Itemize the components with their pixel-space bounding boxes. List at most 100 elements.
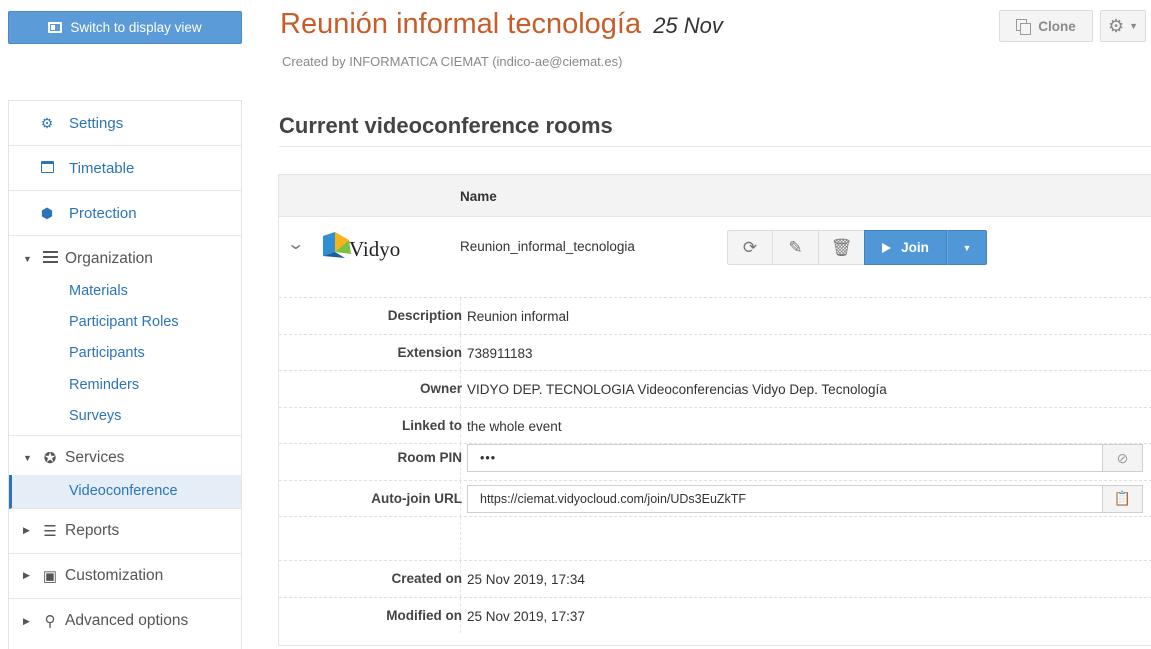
sidebar-group-customization[interactable]: ▶ ▣ Customization (9, 554, 241, 599)
play-icon (882, 242, 892, 253)
detail-value: 25 Nov 2019, 17:34 (467, 572, 585, 587)
refresh-button[interactable]: ⟳ (727, 230, 773, 265)
detail-row-auto-join-url: Auto-join URL https://ciemat.vidyocloud.… (279, 479, 1151, 516)
videoconference-rooms-table: Name ⌄ Vidyo Reunion_informal_tecnologia… (278, 174, 1151, 646)
clone-label: Clone (1038, 18, 1076, 34)
detail-row-modified-on: Modified on 25 Nov 2019, 17:37 (279, 596, 1151, 633)
section-divider (279, 146, 1151, 147)
detail-label: Created on (391, 571, 462, 586)
sidebar-group-label: Services (65, 449, 125, 466)
section-title: Current videoconference rooms (279, 113, 613, 138)
expanded-triangle-icon: ▼ (23, 253, 32, 264)
sidebar-item-surveys[interactable]: Surveys (9, 401, 241, 436)
switch-to-display-view-label: Switch to display view (70, 20, 202, 35)
detail-value: 738911183 (467, 345, 533, 361)
event-settings-menu-button[interactable]: ⚙ ▼ (1100, 10, 1146, 42)
lightbulb-icon: ⚲ (44, 613, 56, 630)
toggle-visibility-button[interactable]: ⊘ (1102, 445, 1142, 471)
gear-icon: ⚙ (1107, 15, 1125, 36)
sidebar-item-settings[interactable]: ⚙ Settings (9, 101, 241, 146)
sidebar-group-advanced-options[interactable]: ▶ ⚲ Advanced options (9, 599, 241, 644)
pencil-icon: ✎ (788, 237, 803, 257)
detail-value: the whole event (467, 418, 562, 434)
sidebar-group-label: Organization (65, 249, 153, 267)
detail-row-extension: Extension 738911183 (279, 333, 1151, 370)
join-button[interactable]: Join (864, 230, 947, 265)
sidebar-group-label: Reports (65, 521, 120, 539)
refresh-icon: ⟳ (742, 237, 758, 257)
detail-row-room-pin: Room PIN ••• ⊘ (279, 443, 1151, 480)
sidebar-item-videoconference[interactable]: Videoconference (9, 474, 241, 509)
detail-row-owner: Owner VIDYO DEP. TECNOLOGIA Videoconfere… (279, 370, 1151, 407)
auto-join-url-field: https://ciemat.vidyocloud.com/join/UDs3E… (467, 484, 1143, 513)
created-by-text: Created by INFORMATICA CIEMAT (indico-ae… (282, 54, 623, 69)
table-row: ⌄ Vidyo Reunion_informal_tecnologia ⟳ ✎ … (279, 217, 1151, 275)
detail-value: 25 Nov 2019, 17:37 (467, 608, 585, 624)
sidebar-item-label: Protection (69, 204, 137, 222)
caret-down-icon: ▼ (962, 242, 972, 253)
detail-value: Reunion informal (467, 309, 570, 324)
auto-join-url-input[interactable]: https://ciemat.vidyocloud.com/join/UDs3E… (468, 492, 1102, 506)
provider-name: Vidyo (349, 237, 401, 261)
broadcast-icon: ✪ (43, 450, 57, 467)
room-actions: ⟳ ✎ 🗑 Join ▼ (727, 230, 987, 265)
detail-value: VIDYO DEP. TECNOLOGIA Videoconferencias … (467, 382, 887, 397)
detail-label: Modified on (386, 607, 462, 623)
gear-icon: ⚙ (40, 114, 54, 131)
sidebar-item-label: Timetable (69, 159, 135, 177)
sidebar-group-label: Customization (65, 566, 164, 584)
detail-label: Owner (419, 381, 462, 396)
edit-button[interactable]: ✎ (772, 230, 819, 265)
image-icon: ▣ (42, 567, 58, 585)
event-title-text: Reunión informal tecnología (280, 8, 642, 40)
sidebar-item-protection[interactable]: ⬢ Protection (9, 191, 241, 236)
switch-to-display-view-button[interactable]: Switch to display view (8, 11, 242, 44)
room-pin-field: ••• ⊘ (467, 444, 1143, 472)
management-sidebar: ⚙ Settings Timetable ⬢ Protection ▼ Orga… (8, 100, 242, 649)
room-name: Reunion_informal_tecnologia (460, 239, 635, 254)
copy-to-clipboard-button[interactable]: 📋 (1102, 485, 1142, 512)
sidebar-item-participant-roles[interactable]: Participant Roles (9, 306, 241, 338)
detail-label: Description (387, 308, 462, 323)
eye-slash-icon: ⊘ (1116, 449, 1129, 466)
detail-row-description: Description Reunion informal (279, 297, 1151, 334)
trash-icon: 🗑 (830, 237, 853, 257)
shield-icon: ⬢ (40, 204, 54, 221)
clipboard-icon: 📋 (1113, 490, 1132, 506)
expanded-triangle-icon: ▼ (23, 453, 32, 463)
sidebar-item-reminders[interactable]: Reminders (9, 369, 241, 401)
table-header: Name (279, 175, 1151, 217)
room-details: Description Reunion informal Extension 7… (279, 297, 1151, 633)
sidebar-item-timetable[interactable]: Timetable (9, 146, 241, 191)
detail-row-linked-to: Linked to the whole event (279, 406, 1151, 443)
display-view-icon (48, 22, 63, 33)
layers-icon: ☰ (43, 522, 57, 540)
detail-label: Extension (397, 344, 462, 360)
detail-label: Room PIN (397, 450, 462, 465)
column-header-name: Name (460, 189, 497, 204)
event-title: Reunión informal tecnología 25 Nov (280, 8, 723, 41)
join-label: Join (901, 240, 929, 255)
room-pin-input[interactable]: ••• (468, 451, 1102, 465)
caret-down-icon: ▼ (1129, 21, 1139, 31)
sidebar-group-label: Advanced options (65, 612, 189, 629)
sidebar-group-reports[interactable]: ▶ ☰ Reports (9, 509, 241, 554)
event-date: 25 Nov (653, 13, 723, 38)
detail-spacer (279, 516, 1151, 560)
chevron-down-icon[interactable]: ⌄ (286, 234, 305, 254)
sidebar-item-materials[interactable]: Materials (9, 275, 241, 306)
collapsed-triangle-icon: ▶ (23, 615, 30, 626)
detail-label: Linked to (402, 417, 462, 433)
list-icon (41, 250, 59, 267)
copy-icon (1016, 19, 1032, 35)
detail-row-created-on: Created on 25 Nov 2019, 17:34 (279, 560, 1151, 597)
delete-button[interactable]: 🗑 (818, 230, 865, 265)
collapsed-triangle-icon: ▶ (23, 570, 30, 580)
calendar-icon (39, 160, 55, 176)
join-options-dropdown[interactable]: ▼ (947, 230, 987, 265)
collapsed-triangle-icon: ▶ (23, 525, 30, 535)
sidebar-item-participants[interactable]: Participants (9, 338, 241, 370)
clone-button[interactable]: Clone (999, 10, 1093, 42)
detail-label: Auto-join URL (371, 490, 462, 506)
sidebar-item-label: Settings (69, 114, 124, 132)
